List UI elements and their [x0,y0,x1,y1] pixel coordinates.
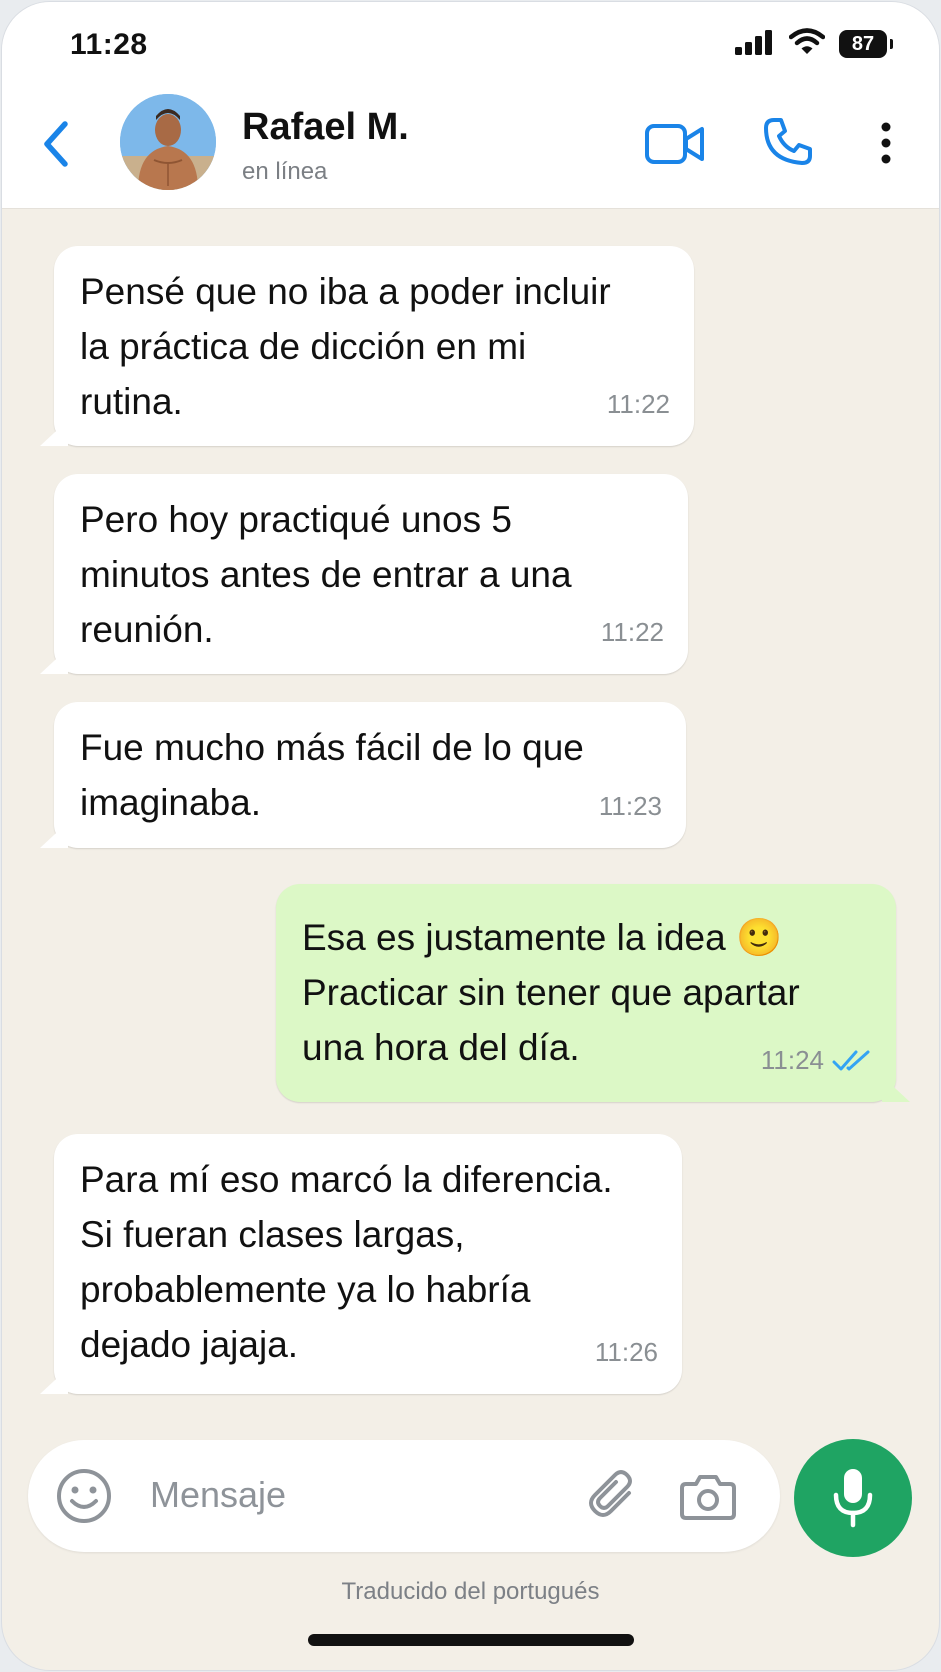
double-check-icon [832,1050,870,1070]
contact-name[interactable]: Rafael M. [242,106,409,149]
chat-header: Rafael M. en línea [2,88,939,209]
camera-button[interactable] [678,1468,738,1524]
back-button[interactable] [34,114,78,174]
message-bubble-incoming[interactable]: Pero hoy practiqué unos 5 minutos antes … [54,474,688,674]
message-list[interactable]: Pensé que no iba a poder incluir la prác… [2,208,939,1438]
emoji-icon [57,1469,111,1523]
status-bar: 11:28 87 [2,2,939,88]
message-bubble-outgoing[interactable]: Esa es justamente la idea 🙂 Practicar si… [276,884,896,1102]
translation-note: Traducido del portugués [341,1578,600,1605]
phone-screen: 11:28 87 Rafael M. en línea Pensé que no… [2,2,939,1670]
status-icons: 87 [735,27,893,61]
message-time: 11:26 [594,1337,658,1367]
message-composer: Mensaje [28,1440,780,1552]
message-time: 11:22 [606,389,670,419]
back-chevron-icon [44,121,68,167]
video-call-button[interactable] [640,118,710,170]
wifi-icon [788,27,826,61]
message-text: Pero hoy practiqué unos 5 minutos antes … [80,499,572,650]
phone-call-icon [764,118,812,165]
emoji-button[interactable] [54,1466,114,1526]
message-text: Pensé que no iba a poder incluir la prác… [80,271,611,422]
message-time: 11:24 [761,1033,872,1088]
attach-button[interactable] [584,1468,640,1524]
message-text: Fue mucho más fácil de lo que imaginaba. [80,727,584,823]
status-time: 11:28 [70,28,148,61]
message-input[interactable]: Mensaje [150,1474,286,1516]
more-vert-icon [881,122,891,164]
message-bubble-incoming[interactable]: Para mí eso marcó la diferencia. Si fuer… [54,1134,682,1394]
video-call-icon [645,124,704,164]
microphone-icon [833,1469,873,1528]
more-options-button[interactable] [868,112,904,174]
message-text: Para mí eso marcó la diferencia. Si fuer… [80,1159,613,1365]
contact-status: en línea [242,158,328,185]
home-indicator[interactable] [308,1634,634,1646]
message-bubble-incoming[interactable]: Pensé que no iba a poder incluir la prác… [54,246,694,446]
avatar[interactable] [120,94,216,190]
message-time: 11:22 [600,617,664,647]
battery-icon: 87 [839,30,893,58]
phone-call-button[interactable] [758,112,818,172]
attach-icon [589,1470,632,1517]
camera-icon [680,1475,736,1520]
message-bubble-incoming[interactable]: Fue mucho más fácil de lo que imaginaba.… [54,702,686,848]
voice-message-button[interactable] [794,1439,912,1557]
message-time: 11:23 [598,791,662,821]
signal-icon [735,29,775,60]
